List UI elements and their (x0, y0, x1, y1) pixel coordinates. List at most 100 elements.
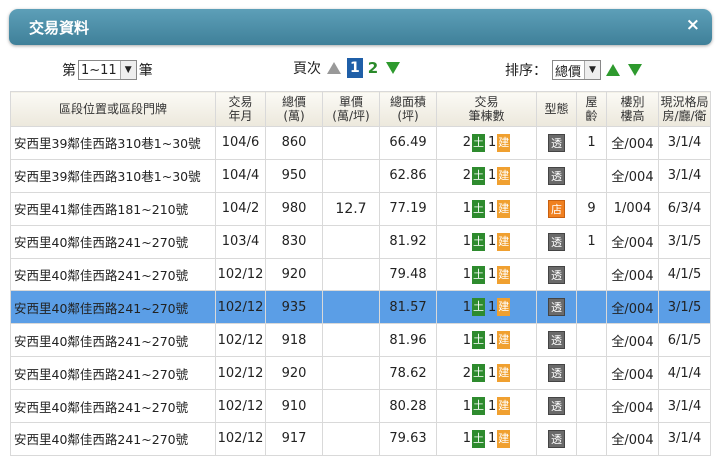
cell-unit-price (322, 158, 380, 193)
cell-age (576, 422, 607, 456)
cell-address: 安西里39鄰佳西路310巷1~30號 (10, 158, 216, 193)
cell-layout: 6/3/4 (658, 191, 711, 226)
cell-total-price: 830 (265, 224, 323, 259)
table-body: 安西里39鄰佳西路310巷1~30號 104/6 860 66.49 2 土 1 建透 1 全/0… (10, 126, 711, 456)
building-badge-icon: 建 (497, 199, 511, 218)
cell-address: 安西里40鄰佳西路241~270號 (10, 422, 216, 456)
header-unit-price[interactable]: 單價 (萬/坪) (322, 91, 380, 127)
table-row[interactable]: 安西里39鄰佳西路310巷1~30號 104/6 860 66.49 2 土 1 建透 1 全/0… (10, 126, 711, 160)
close-icon[interactable]: × (686, 15, 700, 35)
cell-age (576, 290, 607, 325)
cell-type: 透 (536, 323, 577, 358)
cell-date: 104/4 (215, 158, 266, 193)
cell-total-price: 950 (265, 158, 323, 193)
cell-floor: 全/004 (606, 389, 659, 424)
land-count: 1 (462, 299, 471, 315)
land-badge-icon: 土 (472, 331, 485, 350)
cell-total-price: 920 (265, 257, 323, 292)
land-count: 2 (462, 135, 471, 151)
cell-floor: 全/004 (606, 224, 659, 259)
cell-type: 透 (536, 290, 577, 325)
cell-area: 81.92 (379, 224, 437, 259)
cell-layout: 3/1/5 (658, 290, 711, 325)
table-row[interactable]: 安西里40鄰佳西路241~270號 102/12 920 79.48 1 土 1 建透全/00… (10, 257, 711, 292)
next-page-icon[interactable] (386, 62, 401, 74)
header-age[interactable]: 屋齡 (576, 91, 607, 127)
type-badge-icon: 透 (548, 166, 565, 185)
table-row[interactable]: 安西里39鄰佳西路310巷1~30號 104/4 950 62.86 2 土 1 建透 全/00… (10, 158, 711, 193)
land-count: 1 (462, 332, 471, 348)
cell-date: 103/4 (215, 224, 266, 259)
table-row[interactable]: 安西里40鄰佳西路241~270號 103/4 830 81.92 1 土 1 建透 1 全/00… (10, 224, 711, 259)
cell-layout: 3/1/4 (658, 422, 711, 456)
page-1[interactable]: 1 (347, 58, 363, 78)
table-row[interactable]: 安西里40鄰佳西路241~270號 102/12 917 79.63 1 土 1 建透全/00… (10, 422, 711, 456)
building-count: 1 (488, 135, 497, 151)
header-address[interactable]: 區段位置或區段門牌 (10, 91, 216, 127)
header-layout[interactable]: 現況格局 房/廳/衛 (658, 91, 711, 127)
cell-type: 透 (536, 356, 577, 391)
cell-date: 102/12 (215, 389, 266, 424)
table-row[interactable]: 安西里40鄰佳西路241~270號 102/12 910 80.28 1 土 1 建透全/00… (10, 389, 711, 424)
land-count: 1 (462, 267, 471, 282)
cell-floor: 全/004 (606, 290, 659, 325)
cell-date: 102/12 (215, 257, 266, 292)
cell-layout: 3/1/4 (658, 126, 711, 160)
building-badge-icon: 建 (497, 331, 511, 350)
land-badge-icon: 土 (472, 133, 485, 152)
cell-floor: 全/004 (606, 126, 659, 160)
building-badge-icon: 建 (497, 133, 511, 152)
sort-select[interactable]: 總價 ▼ (552, 60, 602, 80)
header-count[interactable]: 交易 筆棟數 (436, 91, 537, 127)
table-row[interactable]: 安西里40鄰佳西路241~270號 102/12 918 81.96 1 土 1 建透全/00… (10, 323, 711, 358)
cell-count: 1土1建 (436, 224, 537, 259)
table-row[interactable]: 安西里40鄰佳西路241~270號 102/12 935 81.57 1 土 1 建透全/00… (10, 290, 711, 325)
header-area[interactable]: 總面積 (坪) (379, 91, 437, 127)
cell-age: 9 (576, 191, 607, 226)
sort-ascending-icon[interactable] (606, 64, 621, 76)
record-range-select[interactable]: 1~11 ▼ (78, 60, 137, 80)
header-date[interactable]: 交易 年月 (215, 91, 266, 127)
building-badge-icon: 建 (497, 232, 511, 251)
cell-age (576, 356, 607, 391)
cell-type: 透 (536, 389, 577, 424)
cell-unit-price (322, 422, 380, 456)
table-header-row: 區段位置或區段門牌 交易 年月 總價 (萬) 單價 (萬/坪) 總面積 (坪) 交易 筆棟… (10, 91, 711, 127)
cell-address: 安西里40鄰佳西路241~270號 (10, 356, 216, 391)
type-badge-icon: 透 (548, 298, 565, 317)
type-badge-icon: 店 (548, 199, 565, 218)
type-badge-icon: 透 (548, 429, 565, 448)
cell-area: 81.57 (379, 290, 437, 325)
header-floor[interactable]: 樓別 樓高 (606, 91, 659, 127)
cell-address: 安西里39鄰佳西路310巷1~30號 (10, 126, 216, 160)
dialog-titlebar[interactable]: 交易資料 × (9, 9, 712, 45)
table-row[interactable]: 安西里40鄰佳西路241~270號 102/12 920 78.62 2 土 1 建透全/00… (10, 356, 711, 391)
cell-type: 透 (536, 422, 577, 456)
cell-floor: 全/004 (606, 158, 659, 193)
cell-address: 安西里40鄰佳西路241~270號 (10, 290, 216, 325)
page-2[interactable]: 2 (366, 59, 380, 77)
cell-total-price: 860 (265, 126, 323, 160)
type-badge-icon: 透 (548, 133, 565, 152)
cell-total-price: 920 (265, 356, 323, 391)
sort-descending-icon[interactable] (628, 64, 643, 76)
building-badge-icon: 建 (497, 166, 511, 185)
pager: 頁次 1 2 (293, 58, 401, 78)
cell-area: 78.62 (379, 356, 437, 391)
header-type[interactable]: 型態 (536, 91, 577, 127)
cell-unit-price (322, 224, 380, 259)
header-total-price[interactable]: 總價 (萬) (265, 91, 323, 127)
chevron-down-icon: ▼ (119, 61, 136, 79)
cell-count: 2土1建 (436, 158, 537, 193)
cell-age: 1 (576, 126, 607, 160)
table-row[interactable]: 安西里41鄰佳西路181~210號 104/2 980 12.7 77.19 1 土 1 建店 9… (10, 191, 711, 226)
cell-type: 透 (536, 224, 577, 259)
cell-type: 透 (536, 158, 577, 193)
cell-total-price: 910 (265, 389, 323, 424)
cell-unit-price (322, 389, 380, 424)
cell-area: 62.86 (379, 158, 437, 193)
cell-total-price: 917 (265, 422, 323, 456)
cell-count: 1土1建 (436, 422, 537, 456)
land-badge-icon: 土 (472, 232, 485, 251)
cell-area: 77.19 (379, 191, 437, 226)
